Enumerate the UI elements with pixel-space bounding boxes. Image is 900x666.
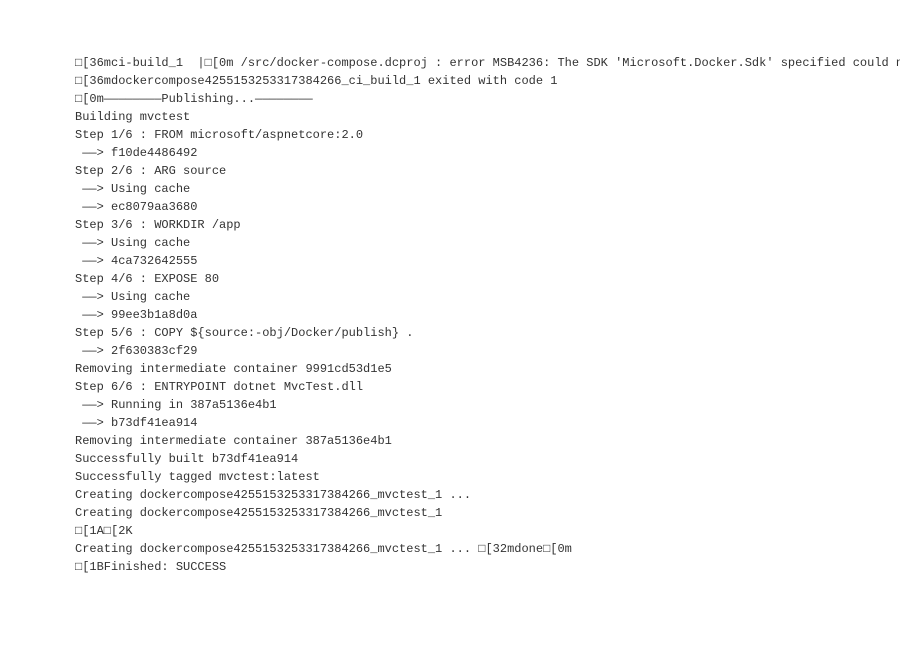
log-line: Step 3/6 : WORKDIR /app: [75, 216, 900, 234]
log-line: □[1BFinished: SUCCESS: [75, 558, 900, 576]
log-line: Building mvctest: [75, 108, 900, 126]
console-output: □[36mci-build_1 |□[0m /src/docker-compos…: [75, 54, 900, 576]
log-line: Creating dockercompose425515325331738426…: [75, 540, 900, 558]
log-line: Successfully tagged mvctest:latest: [75, 468, 900, 486]
log-line: □[1A□[2K: [75, 522, 900, 540]
log-line: □[36mdockercompose4255153253317384266_ci…: [75, 72, 900, 90]
log-line: ——> b73df41ea914: [75, 414, 900, 432]
log-line: Successfully built b73df41ea914: [75, 450, 900, 468]
log-line: ——> 4ca732642555: [75, 252, 900, 270]
log-line: Step 4/6 : EXPOSE 80: [75, 270, 900, 288]
log-line: ——> Using cache: [75, 180, 900, 198]
log-line: Step 1/6 : FROM microsoft/aspnetcore:2.0: [75, 126, 900, 144]
log-line: ——> f10de4486492: [75, 144, 900, 162]
log-line: Creating dockercompose425515325331738426…: [75, 486, 900, 504]
log-line: ——> 2f630383cf29: [75, 342, 900, 360]
log-line: ——> ec8079aa3680: [75, 198, 900, 216]
log-line: Removing intermediate container 9991cd53…: [75, 360, 900, 378]
log-line: Step 2/6 : ARG source: [75, 162, 900, 180]
log-line: Step 6/6 : ENTRYPOINT dotnet MvcTest.dll: [75, 378, 900, 396]
log-line: □[0m————————Publishing...————————: [75, 90, 900, 108]
log-line: □[36mci-build_1 |□[0m /src/docker-compos…: [75, 54, 900, 72]
log-line: Creating dockercompose425515325331738426…: [75, 504, 900, 522]
log-line: ——> Running in 387a5136e4b1: [75, 396, 900, 414]
log-line: ——> 99ee3b1a8d0a: [75, 306, 900, 324]
log-line: ——> Using cache: [75, 234, 900, 252]
log-line: ——> Using cache: [75, 288, 900, 306]
log-line: Step 5/6 : COPY ${source:-obj/Docker/pub…: [75, 324, 900, 342]
log-line: Removing intermediate container 387a5136…: [75, 432, 900, 450]
